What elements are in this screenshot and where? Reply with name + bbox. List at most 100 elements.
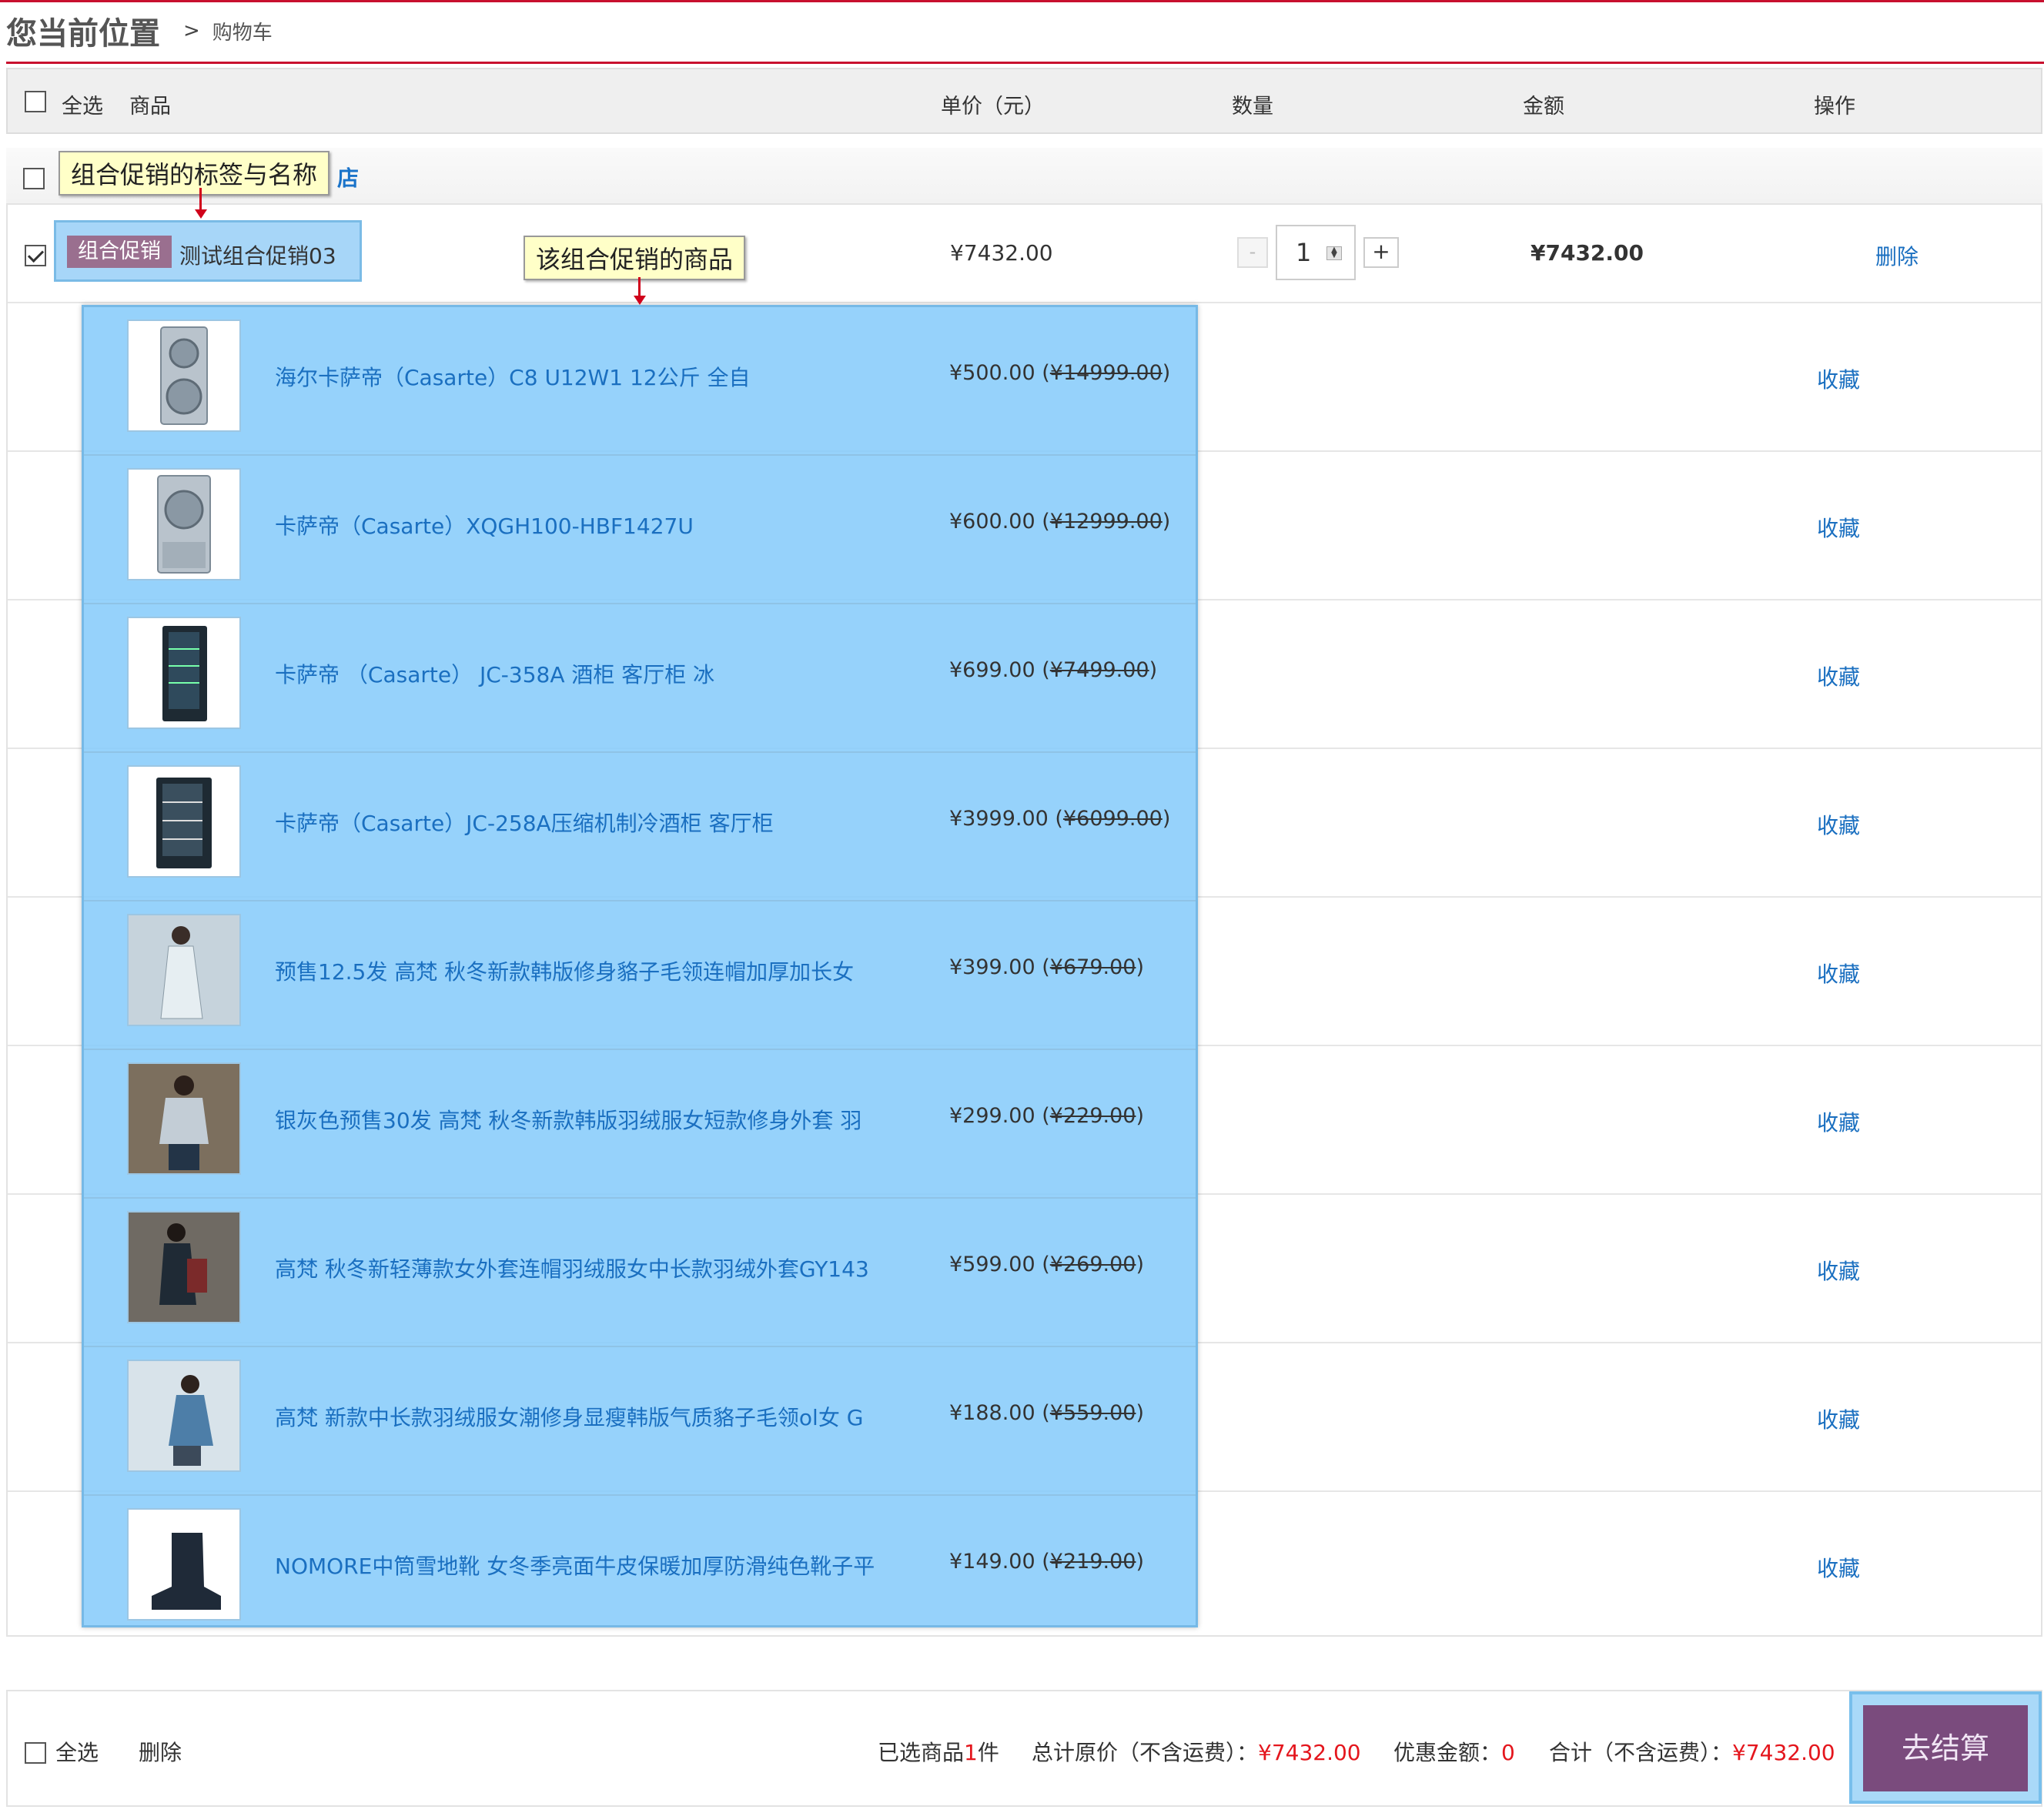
product-thumbnail-coat[interactable] <box>127 1360 241 1472</box>
discount-amount: 优惠金额：0 <box>1393 1740 1515 1765</box>
product-thumbnail-coat[interactable] <box>127 1062 241 1175</box>
quantity-increase-button[interactable]: + <box>1363 237 1399 268</box>
package-unit-price: ¥7432.00 <box>950 240 1053 266</box>
product-thumbnail-wine-cabinet[interactable] <box>127 617 241 729</box>
favorite-link[interactable]: 收藏 <box>1817 363 1860 394</box>
annotation-arrow <box>638 277 641 297</box>
product-thumbnail-boot[interactable] <box>127 1508 241 1621</box>
product-thumbnail-washer[interactable] <box>127 319 241 432</box>
footer-select-all-checkbox[interactable] <box>25 1742 46 1764</box>
product-name-link[interactable]: NOMORE中筒雪地靴 女冬季亮面牛皮保暖加厚防滑纯色靴子平 <box>275 1550 875 1581</box>
column-operation: 操作 <box>1814 95 1855 119</box>
package-item: 高梵 秋冬新轻薄款女外套连帽羽绒服女中长款羽绒外套GY143 ¥599.00 (… <box>84 1199 1196 1347</box>
column-quantity: 数量 <box>1232 95 1273 119</box>
package-total: ¥7432.00 <box>1530 240 1644 266</box>
breadcrumb-current: 购物车 <box>212 21 273 45</box>
product-name-link[interactable]: 卡萨帝 （Casarte） JC-358A 酒柜 客厅柜 冰 <box>275 658 714 689</box>
select-all-label: 全选 <box>62 95 103 119</box>
arrow-head-icon <box>195 209 207 219</box>
product-price: ¥600.00 (¥12999.00) <box>949 510 1171 534</box>
checkout-button[interactable]: 去结算 <box>1863 1705 2028 1791</box>
original-total: 总计原价（不含运费）：¥7432.00 <box>1032 1740 1361 1765</box>
original-price: ¥14999.00 <box>1049 361 1163 385</box>
favorite-link[interactable]: 收藏 <box>1817 512 1860 543</box>
header-divider <box>6 62 2044 64</box>
original-price: ¥219.00 <box>1049 1550 1136 1574</box>
product-price: ¥699.00 (¥7499.00) <box>949 658 1158 682</box>
product-name-link[interactable]: 卡萨帝（Casarte）JC-258A压缩机制冷酒柜 客厅柜 <box>275 807 774 838</box>
checkout-highlight: 去结算 <box>1849 1691 2042 1804</box>
product-thumbnail-washer[interactable] <box>127 468 241 580</box>
package-item: 卡萨帝（Casarte）XQGH100-HBF1427U ¥600.00 (¥1… <box>84 456 1196 604</box>
product-name-link[interactable]: 高梵 新款中长款羽绒服女潮修身显瘦韩版气质貉子毛领ol女 G <box>275 1401 863 1432</box>
column-product: 商品 <box>129 95 171 119</box>
package-item: 卡萨帝 （Casarte） JC-358A 酒柜 客厅柜 冰 ¥699.00 (… <box>84 604 1196 753</box>
breadcrumb-separator: > <box>183 19 200 42</box>
original-price: ¥12999.00 <box>1049 510 1163 534</box>
quantity-value: 1 <box>1296 238 1312 267</box>
package-item: 高梵 新款中长款羽绒服女潮修身显瘦韩版气质貉子毛领ol女 G ¥188.00 (… <box>84 1347 1196 1496</box>
package-item: NOMORE中筒雪地靴 女冬季亮面牛皮保暖加厚防滑纯色靴子平 ¥149.00 (… <box>84 1496 1196 1644</box>
cart-table-header: 全选 商品 单价（元） 数量 金额 操作 <box>6 68 2042 134</box>
original-price: ¥6099.00 <box>1062 807 1163 831</box>
select-all-checkbox[interactable] <box>25 91 46 112</box>
original-price: ¥269.00 <box>1049 1253 1136 1276</box>
product-name-link[interactable]: 预售12.5发 高梵 秋冬新款韩版修身貉子毛领连帽加厚加长女 <box>275 955 854 986</box>
favorite-link[interactable]: 收藏 <box>1817 1403 1860 1434</box>
package-name: 测试组合促销03 <box>179 243 336 269</box>
package-item: 卡萨帝（Casarte）JC-258A压缩机制冷酒柜 客厅柜 ¥3999.00 … <box>84 753 1196 901</box>
breadcrumb-title: 您当前位置 <box>6 16 160 52</box>
package-row: 组合促销 测试组合促销03 ¥7432.00 - 1 ▲ ▼ + ¥7432.00… <box>8 205 2041 303</box>
product-name-link[interactable]: 高梵 秋冬新轻薄款女外套连帽羽绒服女中长款羽绒外套GY143 <box>275 1253 869 1283</box>
product-thumbnail-wine-cabinet[interactable] <box>127 765 241 878</box>
annotation-arrow <box>199 188 202 211</box>
product-name-link[interactable]: 银灰色预售30发 高梵 秋冬新款韩版羽绒服女短款修身外套 羽 <box>275 1104 861 1135</box>
promo-badge: 组合促销 <box>67 236 172 268</box>
product-price: ¥500.00 (¥14999.00) <box>949 361 1171 385</box>
spinner-icon[interactable]: ▲ ▼ <box>1326 246 1342 260</box>
cart-footer: 全选 删除 已选商品1件 总计原价（不含运费）：¥7432.00 优惠金额：0 … <box>6 1690 2042 1807</box>
quantity-input[interactable]: 1 ▲ ▼ <box>1276 225 1356 280</box>
favorite-link[interactable]: 收藏 <box>1817 1552 1860 1583</box>
top-red-line <box>0 0 2044 2</box>
package-items-highlight: 海尔卡萨帝（Casarte）C8 U12W1 12公斤 全自 ¥500.00 (… <box>82 305 1198 1627</box>
product-price: ¥3999.00 (¥6099.00) <box>949 807 1171 831</box>
grand-total: 合计（不含运费）：¥7432.00 <box>1549 1740 1835 1765</box>
product-price: ¥188.00 (¥559.00) <box>949 1401 1144 1425</box>
favorite-link[interactable]: 收藏 <box>1817 958 1860 988</box>
original-price: ¥7499.00 <box>1049 658 1149 682</box>
original-price: ¥229.00 <box>1049 1104 1136 1128</box>
original-price: ¥559.00 <box>1049 1401 1136 1425</box>
package-item: 预售12.5发 高梵 秋冬新款韩版修身貉子毛领连帽加厚加长女 ¥399.00 (… <box>84 901 1196 1050</box>
column-amount: 金额 <box>1523 95 1564 119</box>
product-price: ¥399.00 (¥679.00) <box>949 955 1144 979</box>
package-label-box: 组合促销 测试组合促销03 <box>54 220 362 282</box>
original-price: ¥679.00 <box>1049 955 1136 979</box>
product-price: ¥599.00 (¥269.00) <box>949 1253 1144 1276</box>
footer-delete-link[interactable]: 删除 <box>139 1736 182 1767</box>
arrow-head-icon <box>634 296 646 305</box>
product-name-link[interactable]: 卡萨帝（Casarte）XQGH100-HBF1427U <box>275 510 694 540</box>
favorite-link[interactable]: 收藏 <box>1817 809 1860 840</box>
package-checkbox[interactable] <box>25 245 46 266</box>
favorite-link[interactable]: 收藏 <box>1817 1106 1860 1137</box>
product-price: ¥149.00 (¥219.00) <box>949 1550 1144 1574</box>
favorite-link[interactable]: 收藏 <box>1817 661 1860 691</box>
breadcrumb: 您当前位置 > 购物车 <box>6 6 273 55</box>
product-name-link[interactable]: 海尔卡萨帝（Casarte）C8 U12W1 12公斤 全自 <box>275 361 751 392</box>
store-name[interactable]: 店 <box>337 162 359 192</box>
footer-select-all-label: 全选 <box>55 1740 99 1765</box>
quantity-decrease-button[interactable]: - <box>1237 237 1268 268</box>
annotation-label-tip: 组合促销的标签与名称 <box>59 151 330 196</box>
selected-count: 已选商品1件 <box>878 1740 999 1765</box>
store-checkbox[interactable] <box>23 168 45 189</box>
package-item: 银灰色预售30发 高梵 秋冬新款韩版羽绒服女短款修身外套 羽 ¥299.00 (… <box>84 1050 1196 1199</box>
annotation-items-tip: 该组合促销的商品 <box>524 236 746 280</box>
product-price: ¥299.00 (¥229.00) <box>949 1104 1144 1128</box>
product-thumbnail-coat[interactable] <box>127 1211 241 1323</box>
favorite-link[interactable]: 收藏 <box>1817 1255 1860 1286</box>
column-unit-price: 单价（元） <box>941 95 1045 119</box>
package-item: 海尔卡萨帝（Casarte）C8 U12W1 12公斤 全自 ¥500.00 (… <box>84 307 1196 456</box>
product-thumbnail-coat[interactable] <box>127 914 241 1026</box>
delete-link[interactable]: 删除 <box>1875 240 1919 271</box>
